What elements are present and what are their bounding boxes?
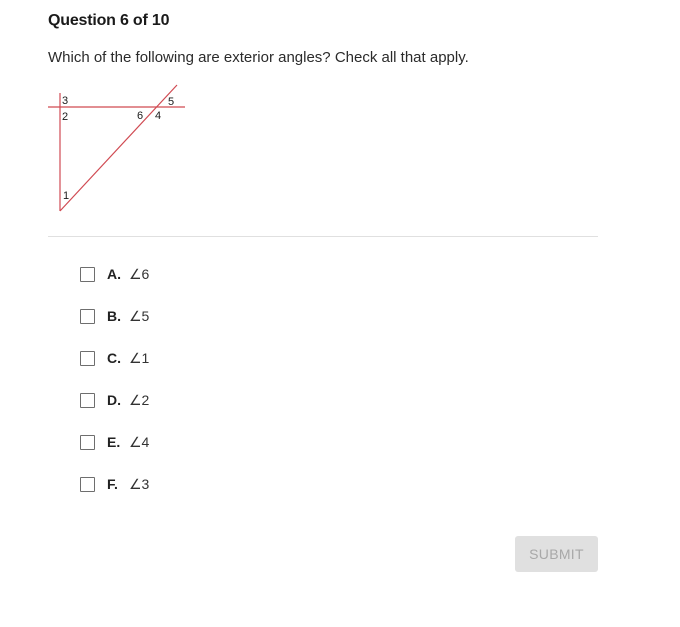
question-text: Which of the following are exterior angl… bbox=[48, 49, 469, 66]
angle-label-5: 5 bbox=[168, 96, 174, 108]
option-value: ∠3 bbox=[129, 475, 150, 492]
question-title: Question 6 of 10 bbox=[48, 12, 170, 29]
option-letter: C. bbox=[107, 350, 121, 366]
option-value: ∠5 bbox=[129, 307, 150, 324]
option-c[interactable]: C. ∠1 bbox=[80, 348, 149, 368]
angle-label-6: 6 bbox=[137, 110, 143, 122]
checkbox[interactable] bbox=[80, 392, 95, 408]
checkbox[interactable] bbox=[80, 266, 95, 282]
option-e[interactable]: E. ∠4 bbox=[80, 432, 149, 452]
checkbox[interactable] bbox=[80, 350, 95, 366]
option-letter: F. bbox=[107, 476, 118, 492]
triangle-figure: 3 2 6 4 5 1 bbox=[40, 80, 200, 220]
option-letter: D. bbox=[107, 392, 121, 408]
option-f[interactable]: F. ∠3 bbox=[80, 474, 149, 494]
angle-label-2: 2 bbox=[62, 111, 68, 123]
option-d[interactable]: D. ∠2 bbox=[80, 390, 149, 410]
option-letter: A. bbox=[107, 266, 121, 282]
divider bbox=[48, 236, 598, 237]
option-b[interactable]: B. ∠5 bbox=[80, 306, 149, 326]
submit-button[interactable]: SUBMIT bbox=[515, 536, 598, 572]
option-value: ∠1 bbox=[129, 349, 150, 366]
angle-label-3: 3 bbox=[62, 95, 68, 107]
option-letter: E. bbox=[107, 434, 121, 450]
checkbox[interactable] bbox=[80, 434, 95, 450]
answer-options: A. ∠6 B. ∠5 C. ∠1 D. ∠2 E. ∠4 F. ∠3 bbox=[80, 264, 149, 516]
checkbox[interactable] bbox=[80, 476, 95, 492]
angle-label-1: 1 bbox=[63, 190, 69, 202]
option-value: ∠2 bbox=[129, 391, 150, 408]
option-letter: B. bbox=[107, 308, 121, 324]
checkbox[interactable] bbox=[80, 308, 95, 324]
option-value: ∠4 bbox=[129, 433, 150, 450]
option-value: ∠6 bbox=[129, 265, 150, 282]
angle-label-4: 4 bbox=[155, 110, 161, 122]
diagonal-line bbox=[59, 84, 178, 212]
option-a[interactable]: A. ∠6 bbox=[80, 264, 149, 284]
